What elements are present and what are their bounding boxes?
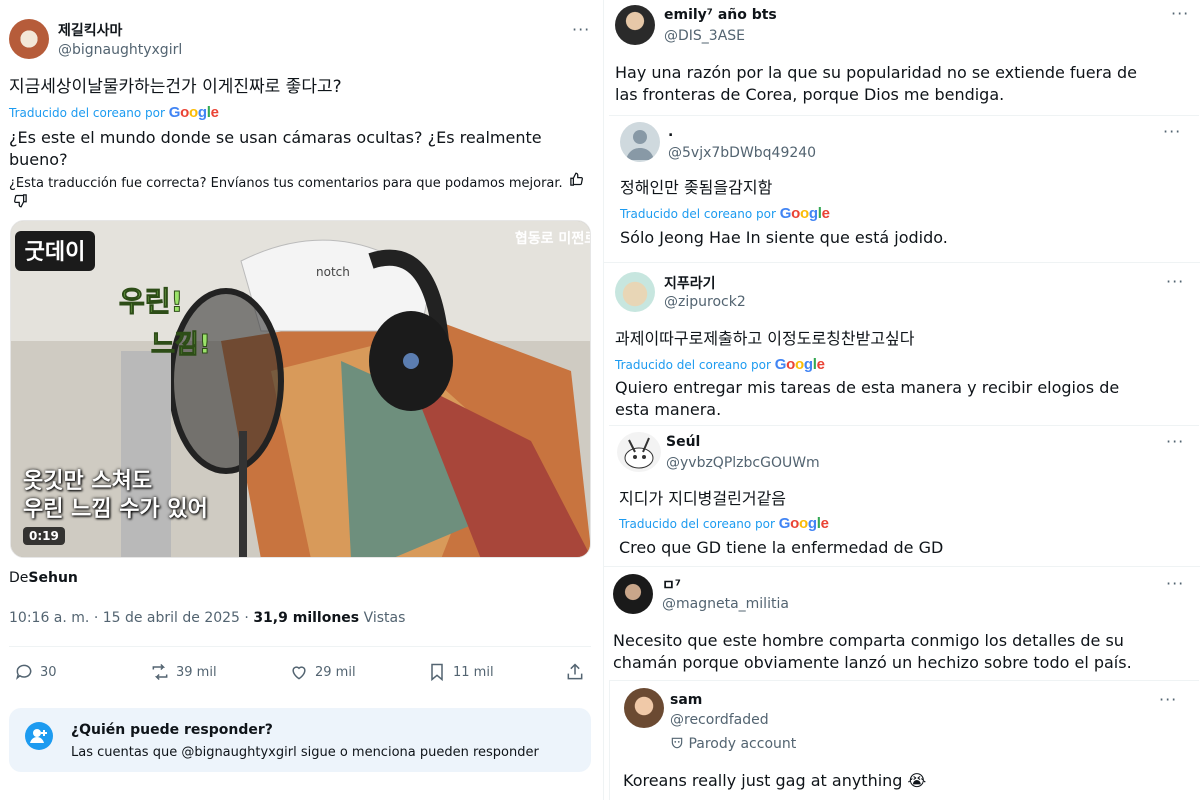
parody-badge: Parody account — [670, 736, 796, 752]
share-icon — [567, 663, 583, 680]
divider — [609, 680, 610, 800]
avatar[interactable] — [9, 19, 49, 59]
handle[interactable]: @zipurock2 — [664, 294, 746, 310]
who-can-reply-title: ¿Quién puede responder? — [71, 722, 273, 738]
more-options-icon[interactable]: ··· — [1163, 122, 1181, 141]
translation-feedback: ¿Esta traducción fue correcta? Envíanos … — [9, 172, 589, 214]
reply-button[interactable]: 30 — [14, 652, 57, 692]
svg-text:우린!: 우린! — [119, 285, 183, 318]
avatar[interactable] — [613, 574, 653, 614]
avatar[interactable] — [617, 432, 661, 472]
google-logo: Google — [168, 104, 219, 121]
display-name[interactable]: 지푸라기 — [664, 273, 716, 293]
handle[interactable]: @recordfaded — [670, 712, 769, 728]
video-subtitle: 옷깃만 스쳐도 우린 느낌 수가 있어 — [23, 469, 208, 522]
handle[interactable]: @bignaughtyxgirl — [58, 42, 182, 58]
more-options-icon[interactable]: ··· — [1166, 574, 1184, 593]
reply-text: Hay una razón por la que su popularidad … — [615, 63, 1137, 104]
more-options-icon[interactable]: ··· — [1166, 432, 1184, 451]
display-name[interactable]: 제길킥사마 — [58, 20, 122, 40]
handle[interactable]: @yvbzQPlzbcGOUWm — [666, 455, 820, 471]
translation-label: Traducido del coreano por — [9, 106, 165, 120]
reply-translated-text: Quiero entregar mis tareas de esta maner… — [615, 378, 1120, 419]
svg-text:느낌!: 느낌! — [151, 330, 211, 360]
feedback-text: ¿Esta traducción fue correcta? Envíanos … — [9, 176, 563, 191]
avatar[interactable] — [615, 272, 655, 312]
display-name[interactable]: sam — [670, 692, 702, 708]
thumbs-down-icon[interactable] — [13, 193, 28, 213]
bookmark-icon — [431, 663, 443, 682]
avatar[interactable] — [615, 5, 655, 45]
retweet-count: 39 mil — [176, 664, 217, 680]
tweet-meta: 10:16 a. m. · 15 de abril de 2025 · 31,9… — [9, 610, 405, 626]
views-label: Vistas — [359, 610, 406, 626]
timestamp[interactable]: 10:16 a. m. · 15 de abril de 2025 · — [9, 610, 253, 626]
more-options-icon[interactable]: ··· — [1159, 690, 1177, 709]
translation-attribution[interactable]: Traducido del coreano por Google — [9, 104, 219, 121]
parody-label: Parody account — [688, 736, 797, 752]
divider — [609, 425, 1199, 426]
retweet-button[interactable]: 39 mil — [150, 652, 217, 692]
replies-panel: emily⁷ año bts @DIS_3ASE ··· Hay una raz… — [603, 0, 1200, 800]
video-duration: 0:19 — [23, 527, 65, 545]
reply-original-text: 정해인만 좆됨을감지함 — [620, 178, 773, 197]
divider — [609, 115, 1199, 116]
parody-mask-icon — [670, 736, 688, 752]
reply-translated-text: Sólo Jeong Hae In siente que está jodido… — [620, 228, 948, 247]
share-button[interactable] — [565, 652, 585, 692]
reply-text: Koreans really just gag at anything 😭 — [623, 771, 927, 790]
svg-text:협동로 미쩐로: 협동로 미쩐로 — [515, 230, 591, 247]
reply-translated-text: Creo que GD tiene la enfermedad de GD — [619, 538, 944, 557]
handle[interactable]: @DIS_3ASE — [664, 28, 745, 44]
divider — [9, 646, 591, 647]
reply-icon — [16, 664, 32, 680]
reply-count: 30 — [40, 664, 57, 680]
views-count: 31,9 millones — [253, 610, 360, 626]
google-logo: Google — [779, 205, 830, 222]
mention-icon — [25, 722, 53, 750]
main-tweet: 제길킥사마 @bignaughtyxgirl ··· 지금세상이날물카하는건가 … — [0, 0, 603, 800]
like-count: 29 mil — [315, 664, 356, 680]
more-options-icon[interactable]: ··· — [1171, 4, 1189, 23]
like-button[interactable]: 29 mil — [289, 652, 356, 692]
divider — [603, 0, 604, 800]
avatar[interactable] — [620, 122, 660, 162]
reply-original-text: 과제이따구로제출하고 이정도로칭찬받고싶다 — [615, 329, 915, 348]
reply-original-text: 지디가 지디병걸린거같음 — [619, 489, 787, 508]
display-name[interactable]: emily⁷ año bts — [664, 7, 777, 23]
translation-attribution[interactable]: Traducido del coreano por Google — [620, 205, 830, 222]
display-name[interactable]: Seúl — [666, 434, 700, 450]
tweet-translated-text: ¿Es este el mundo donde se usan cámaras … — [9, 128, 542, 169]
action-bar: 30 39 mil 29 mil 11 mil — [0, 652, 603, 692]
translation-attribution[interactable]: Traducido del coreano por Google — [615, 356, 825, 373]
display-name[interactable]: ㅁ⁷ — [662, 575, 681, 595]
more-options-icon[interactable]: ··· — [572, 20, 590, 39]
tweet-original-text: 지금세상이날물카하는건가 이게진짜로 좋다고? — [9, 77, 342, 97]
reply-text: Necesito que este hombre comparta conmig… — [613, 631, 1132, 672]
handle[interactable]: @5vjx7bDWbq49240 — [668, 145, 816, 161]
bookmark-count: 11 mil — [453, 664, 494, 680]
retweet-icon — [152, 663, 168, 681]
divider — [603, 566, 1200, 567]
thumbs-up-icon[interactable] — [569, 172, 584, 192]
svg-text:굿데이: 굿데이 — [25, 240, 86, 265]
divider — [603, 262, 1200, 263]
who-can-reply-subtitle: Las cuentas que @bignaughtyxgirl sigue o… — [71, 745, 539, 760]
divider — [609, 680, 1199, 681]
video-player[interactable]: 굿데이 협동로 미쩐로 notch 우린! 느낌! 옷깃만 스쳐도 우린 느낌 … — [10, 220, 591, 558]
translation-attribution[interactable]: Traducido del coreano por Google — [619, 515, 829, 532]
video-source[interactable]: DeSehun — [9, 570, 78, 586]
more-options-icon[interactable]: ··· — [1166, 272, 1184, 291]
avatar[interactable] — [624, 688, 664, 728]
heart-icon — [292, 666, 306, 680]
display-name[interactable]: . — [668, 124, 673, 140]
google-logo: Google — [774, 356, 825, 373]
google-logo: Google — [778, 515, 829, 532]
bookmark-button[interactable]: 11 mil — [427, 652, 494, 692]
svg-text:notch: notch — [316, 265, 350, 279]
handle[interactable]: @magneta_militia — [662, 596, 789, 612]
who-can-reply-box: ¿Quién puede responder? Las cuentas que … — [9, 708, 591, 772]
